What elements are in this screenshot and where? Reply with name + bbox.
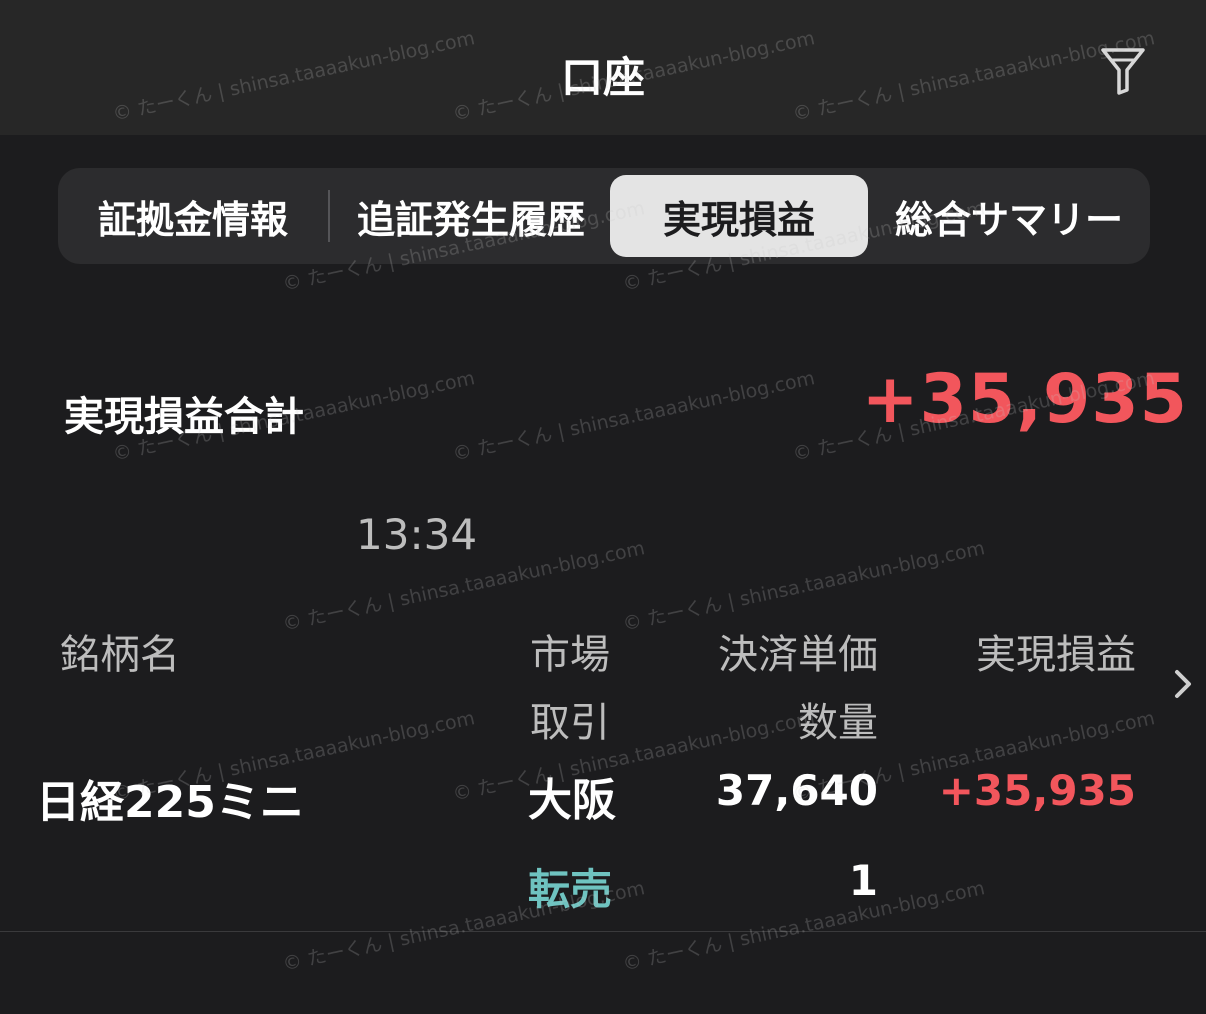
column-header-trade: 取引: [530, 700, 610, 746]
update-time: 13:34: [356, 510, 478, 559]
row-price: 37,640: [715, 766, 878, 815]
tab-summary[interactable]: 総合サマリー: [868, 168, 1150, 264]
tab-divider: [328, 190, 330, 242]
row-quantity: 1: [848, 856, 878, 905]
row-name: 日経225ミニ: [36, 777, 304, 828]
total-pnl-value: +35,935: [861, 360, 1188, 439]
tab-margin-call-history[interactable]: 追証発生履歴: [332, 168, 610, 264]
filter-button[interactable]: [1096, 44, 1150, 98]
page-title: 口座: [560, 53, 645, 102]
table-row[interactable]: 日経225ミニ 大阪 37,640 +35,935 転売 1: [0, 750, 1206, 932]
row-divider: [0, 931, 1206, 932]
tab-margin-info[interactable]: 証拠金情報: [58, 168, 328, 264]
header-bar: 口座: [0, 0, 1206, 135]
row-market: 大阪: [528, 775, 616, 826]
row-pnl: +35,935: [938, 766, 1136, 815]
column-header-pnl: 実現損益: [976, 632, 1136, 678]
watermark: © たーくん | shinsa.taaaakun-blog.com: [620, 537, 987, 636]
watermark: © たーくん | shinsa.taaaakun-blog.com: [450, 367, 817, 466]
tab-realized-pnl[interactable]: 実現損益: [610, 175, 868, 257]
column-header-market: 市場: [530, 632, 610, 678]
segmented-tabs: 証拠金情報 追証発生履歴 実現損益 総合サマリー: [58, 168, 1150, 264]
total-pnl-label: 実現損益合計: [64, 394, 304, 440]
filter-icon: [1101, 48, 1145, 95]
row-trade: 転売: [528, 865, 613, 914]
column-header-quantity: 数量: [798, 700, 878, 746]
column-header-price: 決済単価: [718, 632, 878, 678]
column-header-name: 銘柄名: [60, 632, 180, 678]
chevron-right-icon[interactable]: [1168, 664, 1198, 704]
account-screen: 口座 証拠金情報 追証発生履歴 実現損益 総合サマリー 実現損益合計 +35,9…: [0, 0, 1206, 1014]
